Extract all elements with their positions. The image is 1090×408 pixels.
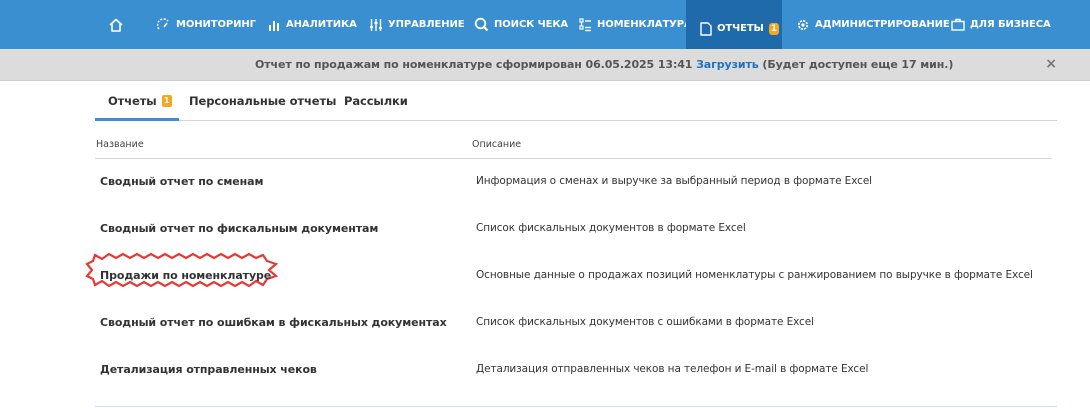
tab-mailings[interactable]: Рассылки: [344, 82, 408, 120]
briefcase-icon: [951, 18, 965, 31]
nav-item-management[interactable]: УПРАВЛЕНИЕ: [369, 0, 465, 49]
notice-text-line: Отчет по продажам по номенклатуре сформи…: [255, 58, 953, 71]
reports-table-header: Название Описание: [95, 128, 1052, 159]
download-link[interactable]: Загрузить: [696, 58, 759, 71]
table-row[interactable]: Сводный отчет по ошибкам в фискальных до…: [95, 301, 1052, 348]
nav-home[interactable]: [108, 0, 128, 49]
search-icon: [474, 17, 489, 32]
report-name[interactable]: Детализация отправленных чеков: [100, 363, 317, 376]
nav-item-analytics[interactable]: АНАЛИТИКА: [268, 0, 357, 49]
nav-label: НОМЕНКЛАТУРА: [597, 19, 692, 30]
monitoring-icon: [157, 17, 169, 29]
nav-label: АНАЛИТИКА: [286, 19, 357, 30]
gear-icon: [798, 19, 808, 30]
tab-label: Персональные отчеты: [189, 94, 337, 108]
close-icon[interactable]: ×: [1045, 56, 1057, 72]
table-bottom-border: [95, 406, 1057, 407]
report-ready-notice: Отчет по продажам по номенклатуре сформи…: [0, 49, 1090, 81]
nav-label: ОТЧЕТЫ: [717, 23, 764, 34]
report-description: Список фискальных документов в формате E…: [476, 222, 746, 234]
tab-personal-reports[interactable]: Персональные отчеты: [189, 82, 336, 120]
report-name[interactable]: Продажи по номенклатуре: [100, 269, 271, 282]
table-row[interactable]: Сводный отчет по фискальным документам С…: [95, 207, 1052, 254]
report-description: Список фискальных документов с ошибками …: [476, 316, 814, 328]
notice-availability: (Будет доступен еще 17 мин.): [762, 58, 954, 71]
report-description: Основные данные о продажах позиций номен…: [476, 269, 1033, 281]
nav-item-monitoring[interactable]: МОНИТОРИНГ: [157, 0, 256, 49]
report-name[interactable]: Сводный отчет по сменам: [100, 175, 263, 188]
report-description: Информация о сменах и выручке за выбранн…: [476, 175, 872, 187]
column-header-name: Название: [96, 139, 144, 150]
table-row[interactable]: Продажи по номенклатуре Основные данные …: [85, 252, 1052, 301]
nav-item-administration[interactable]: АДМИНИСТРИРОВАНИЕ: [796, 0, 950, 49]
notice-message: Отчет по продажам по номенклатуре сформи…: [255, 58, 693, 71]
nav-item-receipt-search[interactable]: ПОИСК ЧЕКА: [474, 0, 568, 49]
nav-label: АДМИНИСТРИРОВАНИЕ: [815, 19, 950, 30]
tab-label: Рассылки: [344, 94, 408, 108]
table-row[interactable]: Детализация отправленных чеков Детализац…: [95, 348, 1052, 395]
reports-tabs: Отчеты 1 Персональные отчеты Рассылки: [95, 82, 1057, 121]
nav-label: ДЛЯ БИЗНЕСА: [970, 19, 1051, 30]
nav-label: ПОИСК ЧЕКА: [494, 19, 569, 30]
bar-chart-icon: [269, 20, 279, 31]
nav-item-nomenclature[interactable]: НОМЕНКЛАТУРА: [579, 0, 692, 49]
table-row[interactable]: Сводный отчет по сменам Информация о сме…: [95, 160, 1052, 207]
tab-reports[interactable]: Отчеты 1: [95, 82, 179, 121]
report-description: Детализация отправленных чеков на телефо…: [476, 363, 869, 375]
nomenclature-icon: [579, 17, 591, 31]
tab-label: Отчеты: [108, 94, 157, 108]
home-icon: [109, 18, 123, 32]
nav-label: УПРАВЛЕНИЕ: [388, 19, 465, 30]
nav-item-business[interactable]: ДЛЯ БИЗНЕСА: [951, 0, 1051, 49]
nav-label: МОНИТОРИНГ: [176, 19, 256, 30]
column-header-description: Описание: [472, 139, 522, 150]
report-name[interactable]: Сводный отчет по ошибкам в фискальных до…: [100, 316, 447, 329]
document-icon: [700, 21, 712, 36]
tab-reports-badge: 1: [161, 95, 172, 107]
reports-count-badge: 1: [768, 22, 779, 35]
report-name[interactable]: Сводный отчет по фискальным документам: [100, 222, 378, 235]
sliders-icon: [370, 18, 382, 31]
